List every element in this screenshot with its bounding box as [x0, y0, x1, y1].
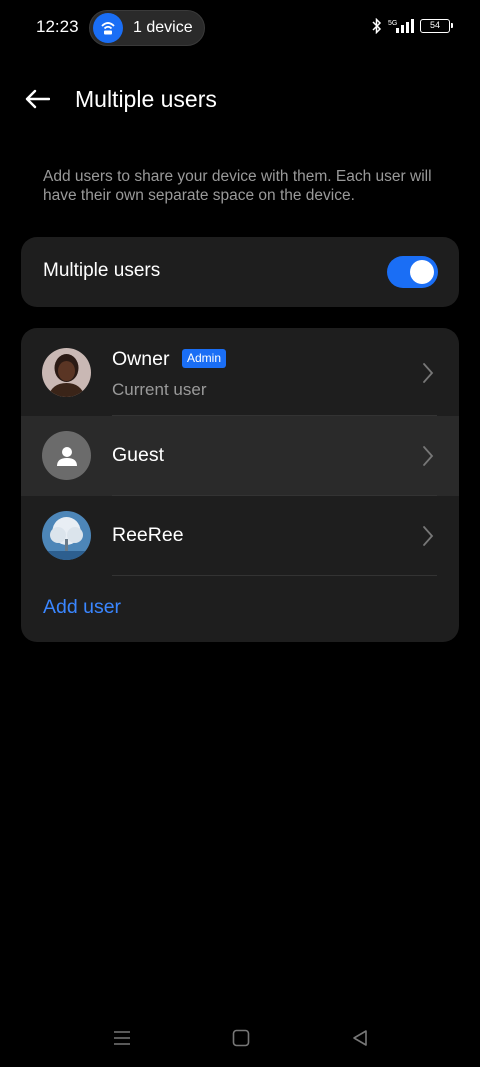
hotspot-label: 1 device: [133, 19, 193, 36]
status-bar: 12:23 1 device 5G 54: [0, 0, 480, 56]
add-user-button[interactable]: Add user: [43, 596, 121, 619]
page-title: Multiple users: [75, 86, 217, 112]
divider: [112, 575, 437, 576]
chevron-right-icon: [423, 363, 434, 383]
status-time: 12:23: [36, 17, 79, 36]
hotspot-icon: [93, 13, 123, 43]
signal-icon: 5G: [388, 19, 414, 33]
home-button[interactable]: [229, 1026, 253, 1050]
battery-icon: 54: [420, 19, 453, 33]
user-name: ReeRee: [112, 524, 184, 546]
admin-badge: Admin: [182, 349, 227, 368]
back-button[interactable]: [22, 84, 52, 114]
menu-icon: [114, 1031, 130, 1045]
user-row-owner[interactable]: Owner Admin Current user: [21, 328, 459, 408]
users-list: Owner Admin Current user Guest ReeRee Ad…: [21, 328, 459, 642]
user-name: Owner: [112, 348, 170, 370]
switch-knob: [410, 260, 434, 284]
back-arrow-icon: [25, 89, 50, 109]
user-name: Guest: [112, 444, 165, 466]
user-subtitle: Current user: [112, 380, 207, 399]
user-row-reeree[interactable]: ReeRee: [21, 496, 459, 576]
multiple-users-switch[interactable]: [387, 256, 438, 288]
square-icon: [232, 1029, 250, 1047]
user-row-guest[interactable]: Guest: [21, 416, 459, 496]
chevron-right-icon: [423, 446, 434, 466]
owner-avatar: [42, 348, 91, 397]
guest-avatar: [42, 431, 91, 480]
description-text: Add users to share your device with them…: [43, 168, 432, 204]
triangle-back-icon: [353, 1030, 367, 1046]
network-label: 5G: [388, 20, 397, 27]
toggle-label: Multiple users: [43, 260, 161, 281]
header: Multiple users: [0, 76, 480, 122]
bluetooth-icon: [372, 18, 382, 34]
recent-apps-button[interactable]: [110, 1026, 134, 1050]
back-nav-button[interactable]: [348, 1026, 372, 1050]
navigation-bar: [0, 1020, 480, 1056]
hotspot-pill[interactable]: 1 device: [89, 10, 205, 46]
multiple-users-toggle-row[interactable]: Multiple users: [21, 237, 459, 307]
chevron-right-icon: [423, 526, 434, 546]
person-icon: [56, 446, 77, 466]
reeree-avatar: [42, 511, 91, 560]
